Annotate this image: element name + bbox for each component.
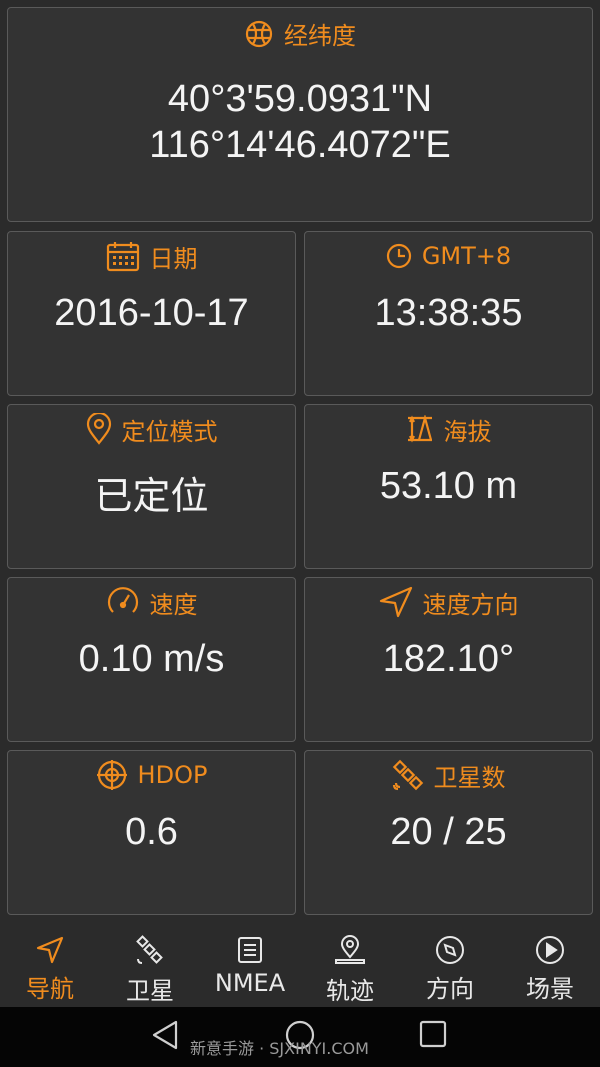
longitude-value: 116°14'46.4072"E xyxy=(149,124,451,166)
altitude-icon xyxy=(406,415,434,443)
nav-tab-label: 导航 xyxy=(26,975,74,1003)
bearing-label: 速度方向 xyxy=(422,590,519,619)
location-pin-icon xyxy=(86,413,112,445)
speed-label: 速度 xyxy=(149,590,198,619)
latitude-value: 40°3'59.0931"N xyxy=(167,78,433,120)
coordinates-header: 经纬度 xyxy=(8,16,592,51)
time-card: GMT+8 13:38:35 xyxy=(304,231,593,396)
fix-mode-card: 定位模式 已定位 xyxy=(7,404,296,569)
time-header: GMT+8 xyxy=(305,236,592,276)
speed-value: 0.10 m/s xyxy=(78,638,225,680)
speed-header: 速度 xyxy=(8,582,295,622)
satellites-label: 卫星数 xyxy=(433,763,506,792)
nav-tab-label: 方向 xyxy=(426,975,474,1003)
hdop-card: HDOP 0.6 xyxy=(7,750,296,915)
timezone-label: GMT+8 xyxy=(421,242,512,270)
crosshair-icon xyxy=(96,759,128,791)
altitude-label: 海拔 xyxy=(443,417,492,446)
bearing-card: 速度方向 182.10° xyxy=(304,577,593,742)
nav-tab-satellite[interactable]: 卫星 xyxy=(100,925,200,1007)
date-card: 日期 2016-10-17 xyxy=(7,231,296,396)
recent-apps-icon[interactable] xyxy=(418,1019,448,1053)
watermark: 新意手游 · SJXINYI.COM xyxy=(190,1039,369,1058)
back-icon[interactable] xyxy=(150,1019,180,1055)
bottom-navigation: 导航 卫星 NMEA 轨迹 方向 场景 xyxy=(0,925,600,1007)
nav-tab-label: NMEA xyxy=(214,969,286,997)
altitude-card: 海拔 53.10 m xyxy=(304,404,593,569)
date-label: 日期 xyxy=(149,244,198,273)
altitude-value: 53.10 m xyxy=(379,465,518,507)
nav-tab-nmea[interactable]: NMEA xyxy=(200,925,300,1007)
hdop-header: HDOP xyxy=(8,755,295,795)
calendar-icon xyxy=(106,240,140,272)
satellites-card: 卫星数 20 / 25 xyxy=(304,750,593,915)
globe-icon xyxy=(244,19,274,49)
altitude-header: 海拔 xyxy=(305,409,592,449)
coordinates-title: 经纬度 xyxy=(284,22,356,50)
navigation-arrow-icon xyxy=(35,935,65,965)
date-header: 日期 xyxy=(8,236,295,276)
coordinates-card: 经纬度 40°3'59.0931"N 116°14'46.4072"E xyxy=(7,7,593,222)
clock-icon xyxy=(386,243,412,269)
nav-tab-label: 轨迹 xyxy=(326,977,374,1005)
speed-card: 速度 0.10 m/s xyxy=(7,577,296,742)
time-value: 13:38:35 xyxy=(374,292,523,334)
navigation-arrow-icon xyxy=(379,586,413,618)
document-icon xyxy=(235,935,265,965)
play-icon xyxy=(535,935,565,965)
nav-tab-label: 场景 xyxy=(526,975,574,1003)
satellites-value: 20 / 25 xyxy=(390,811,507,853)
bearing-header: 速度方向 xyxy=(305,582,592,622)
satellite-icon xyxy=(392,759,424,791)
nav-tab-scene[interactable]: 场景 xyxy=(500,925,600,1007)
fix-mode-header: 定位模式 xyxy=(8,409,295,449)
bearing-value: 182.10° xyxy=(382,638,515,680)
hdop-value: 0.6 xyxy=(125,811,178,853)
nav-tab-track[interactable]: 轨迹 xyxy=(300,925,400,1007)
nav-tab-label: 卫星 xyxy=(126,977,174,1005)
nav-tab-direction[interactable]: 方向 xyxy=(400,925,500,1007)
speedometer-icon xyxy=(106,585,140,619)
compass-icon xyxy=(435,935,465,965)
satellites-header: 卫星数 xyxy=(305,755,592,795)
fix-mode-label: 定位模式 xyxy=(121,417,218,446)
location-pin-icon xyxy=(333,935,367,967)
satellite-icon xyxy=(135,935,165,967)
date-value: 2016-10-17 xyxy=(54,292,249,334)
nav-tab-navigation[interactable]: 导航 xyxy=(0,925,100,1007)
hdop-label: HDOP xyxy=(137,761,208,789)
fix-mode-value: 已定位 xyxy=(94,476,209,518)
